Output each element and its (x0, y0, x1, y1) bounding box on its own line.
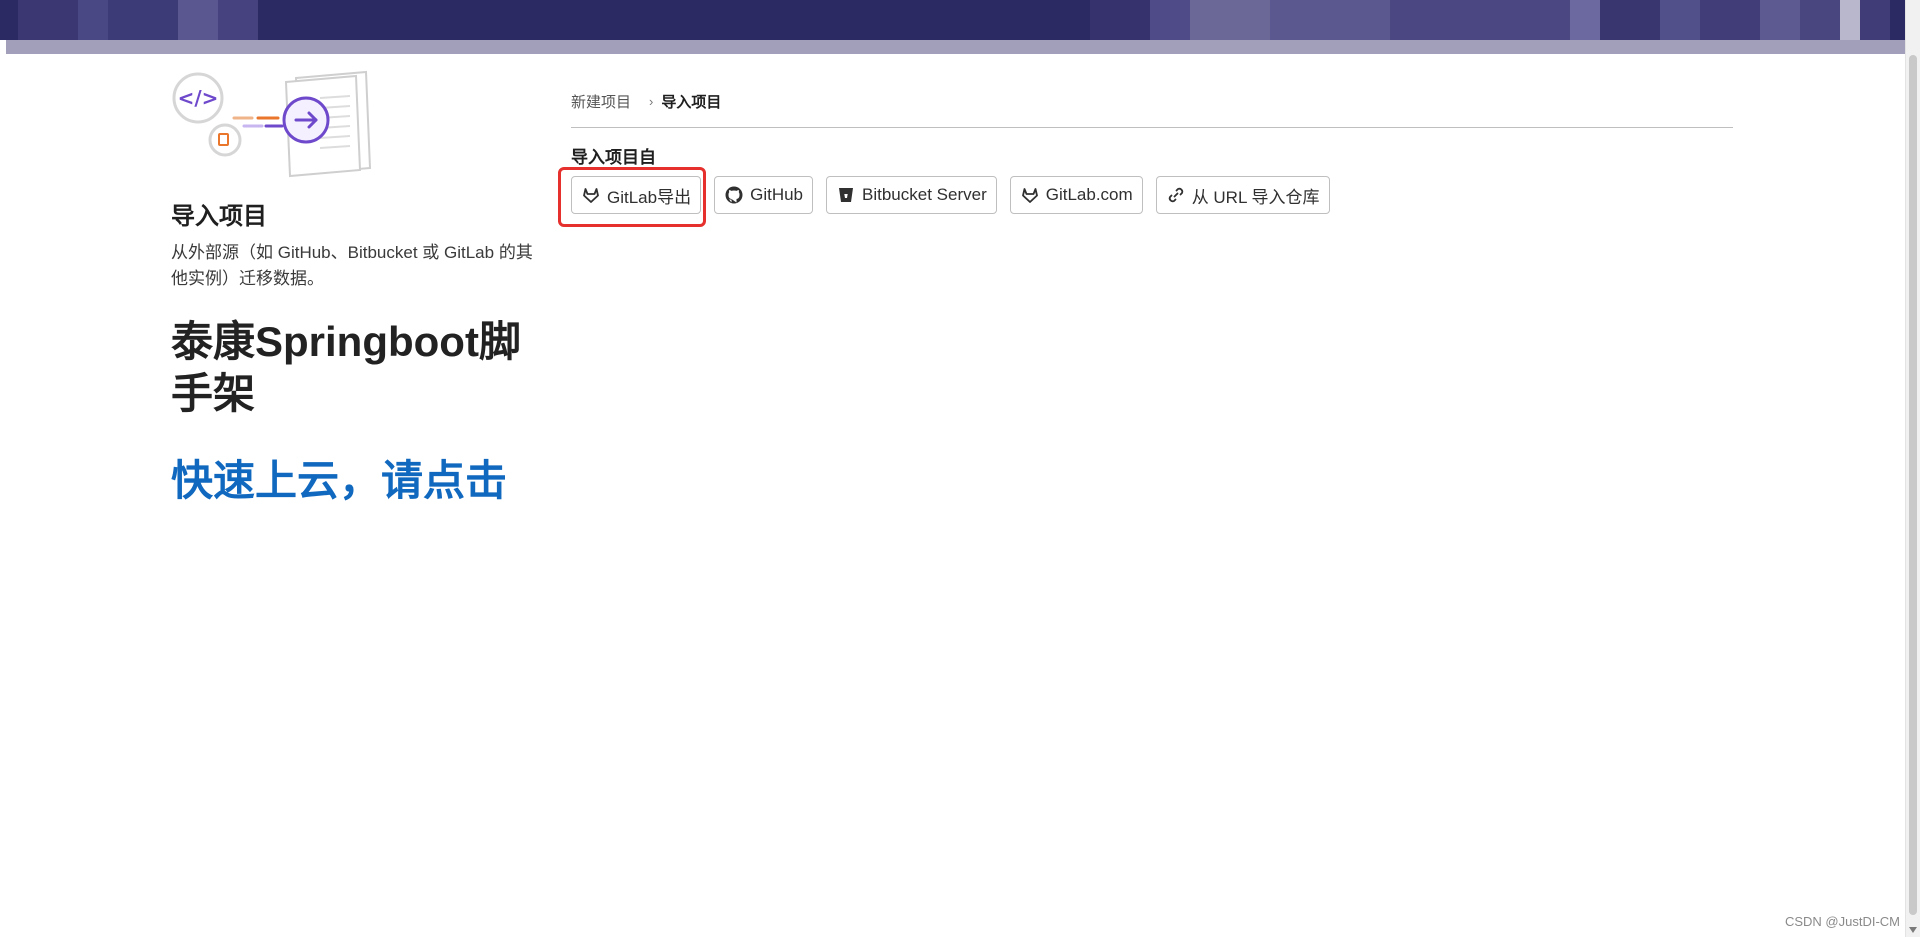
breadcrumb: 新建项目 › 导入项目 (571, 91, 721, 112)
breadcrumb-separator: › (649, 94, 654, 109)
import-illustration: </> (172, 70, 372, 178)
import-by-url-button[interactable]: 从 URL 导入仓库 (1155, 176, 1330, 214)
gitlab-icon (1020, 185, 1040, 205)
github-icon (724, 185, 744, 205)
button-label: Bitbucket Server (862, 185, 987, 204)
button-label: GitHub (750, 185, 804, 204)
quick-cloud-link[interactable]: 快速上云，请点击 (171, 447, 507, 508)
watermark: CSDN @JustDI-CM (1784, 914, 1900, 929)
github-button[interactable]: GitHub (714, 176, 814, 214)
breadcrumb-new-project[interactable]: 新建项目 (571, 91, 631, 112)
page-description: 从外部源（如 GitHub、Bitbucket 或 GitLab 的其他实例）迁… (171, 243, 533, 288)
page-title: 导入项目 (171, 203, 267, 230)
gitlab-com-button[interactable]: GitLab.com (1009, 176, 1143, 214)
banner-strip (6, 40, 1905, 54)
promo-title: 泰康Springboot脚手架 (171, 318, 521, 417)
top-banner (0, 0, 1905, 40)
annotation-highlight (558, 167, 706, 227)
button-label: 从 URL 导入仓库 (1191, 187, 1320, 207)
scroll-thumb[interactable] (1909, 55, 1917, 915)
import-from-label: 导入项目自 (571, 148, 656, 167)
vertical-scrollbar[interactable] (1905, 0, 1920, 937)
bitbucket-server-button[interactable]: Bitbucket Server (826, 176, 997, 214)
divider (571, 127, 1733, 128)
scroll-down-icon[interactable] (1909, 927, 1917, 933)
svg-text:</>: </> (178, 86, 219, 110)
link-icon (1166, 185, 1186, 205)
breadcrumb-import-project: 导入项目 (661, 94, 722, 111)
bitbucket-icon (836, 185, 856, 205)
button-label: GitLab.com (1045, 185, 1133, 204)
